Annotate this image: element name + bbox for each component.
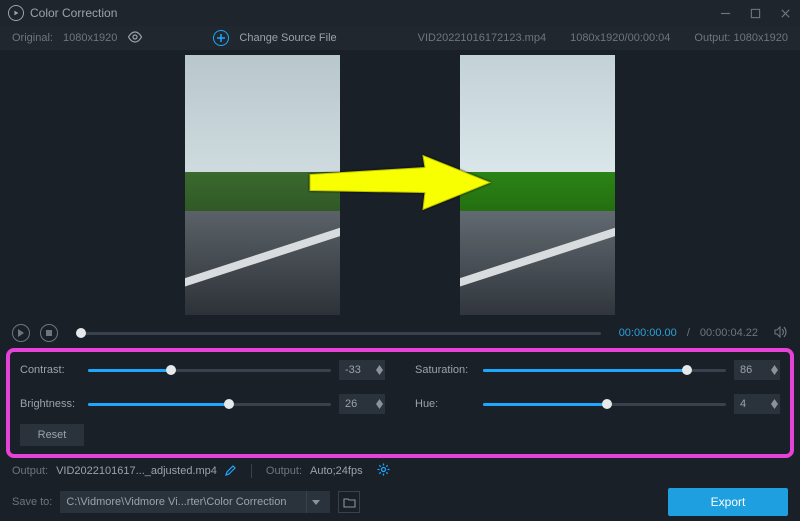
time-current: 00:00:00.00 [619, 327, 677, 339]
original-resolution: 1080x1920 [63, 32, 117, 44]
contrast-row: Contrast: -33 [20, 360, 385, 380]
contrast-value: -33 [345, 364, 361, 376]
stop-button[interactable] [40, 324, 58, 342]
output-info-row: Output: VID2022101617..._adjusted.mp4 Ou… [0, 458, 800, 484]
original-label: Original: [12, 32, 53, 44]
brightness-value: 26 [345, 398, 357, 410]
close-button[interactable] [770, 0, 800, 26]
add-source-icon[interactable] [213, 30, 229, 46]
brightness-label: Brightness: [20, 398, 80, 410]
contrast-slider[interactable] [88, 369, 331, 372]
transport-bar: 00:00:00.00 / 00:00:04.22 [0, 320, 800, 346]
maximize-button[interactable] [740, 0, 770, 26]
contrast-label: Contrast: [20, 364, 80, 376]
output-label: Output: [694, 32, 730, 44]
minimize-button[interactable] [710, 0, 740, 26]
output-resolution: 1080x1920 [734, 32, 788, 44]
play-button[interactable] [12, 324, 30, 342]
saturation-row: Saturation: 86 [415, 360, 780, 380]
output-filename: VID2022101617..._adjusted.mp4 [56, 465, 217, 477]
hue-row: Hue: 4 [415, 394, 780, 414]
hue-spinner[interactable]: 4 [734, 394, 780, 414]
edit-filename-icon[interactable] [225, 464, 237, 479]
hue-value: 4 [740, 398, 746, 410]
brightness-slider[interactable] [88, 403, 331, 406]
output-format-label: Output: [266, 465, 302, 477]
preview-area [0, 50, 800, 320]
open-folder-button[interactable] [338, 491, 360, 513]
time-total: 00:00:04.22 [700, 327, 758, 339]
spinner-arrows-icon[interactable] [376, 399, 383, 409]
saturation-label: Saturation: [415, 364, 475, 376]
preview-toggle-icon[interactable] [127, 31, 143, 46]
output-file-label: Output: [12, 465, 48, 477]
output-format: Auto;24fps [310, 465, 363, 477]
info-bar: Original: 1080x1920 Change Source File V… [0, 26, 800, 50]
saturation-value: 86 [740, 364, 752, 376]
arrow-annotation-icon [305, 153, 495, 218]
app-logo-icon [8, 5, 24, 21]
export-button[interactable]: Export [668, 488, 788, 516]
save-to-label: Save to: [12, 496, 52, 508]
spinner-arrows-icon[interactable] [771, 399, 778, 409]
app-title: Color Correction [30, 6, 117, 20]
output-settings-icon[interactable] [377, 463, 390, 479]
contrast-spinner[interactable]: -33 [339, 360, 385, 380]
reset-button[interactable]: Reset [20, 424, 84, 446]
brightness-row: Brightness: 26 [20, 394, 385, 414]
chevron-down-icon[interactable] [306, 491, 324, 513]
titlebar: Color Correction [0, 0, 800, 26]
seek-slider[interactable] [76, 332, 601, 335]
hue-label: Hue: [415, 398, 475, 410]
save-path-dropdown[interactable]: C:\Vidmore\Vidmore Vi...rter\Color Corre… [60, 491, 330, 513]
volume-icon[interactable] [774, 326, 788, 341]
brightness-spinner[interactable]: 26 [339, 394, 385, 414]
saturation-spinner[interactable]: 86 [734, 360, 780, 380]
spinner-arrows-icon[interactable] [771, 365, 778, 375]
save-path: C:\Vidmore\Vidmore Vi...rter\Color Corre… [66, 496, 286, 508]
spinner-arrows-icon[interactable] [376, 365, 383, 375]
source-filename: VID20221016172123.mp4 [418, 32, 546, 44]
change-source-button[interactable]: Change Source File [239, 32, 336, 44]
bottom-bar: Save to: C:\Vidmore\Vidmore Vi...rter\Co… [0, 484, 800, 520]
saturation-slider[interactable] [483, 369, 726, 372]
color-sliders-panel: Contrast: -33 Saturation: 86 [6, 348, 794, 458]
time-sep: / [687, 327, 690, 339]
hue-slider[interactable] [483, 403, 726, 406]
source-meta: 1080x1920/00:00:04 [570, 32, 670, 44]
